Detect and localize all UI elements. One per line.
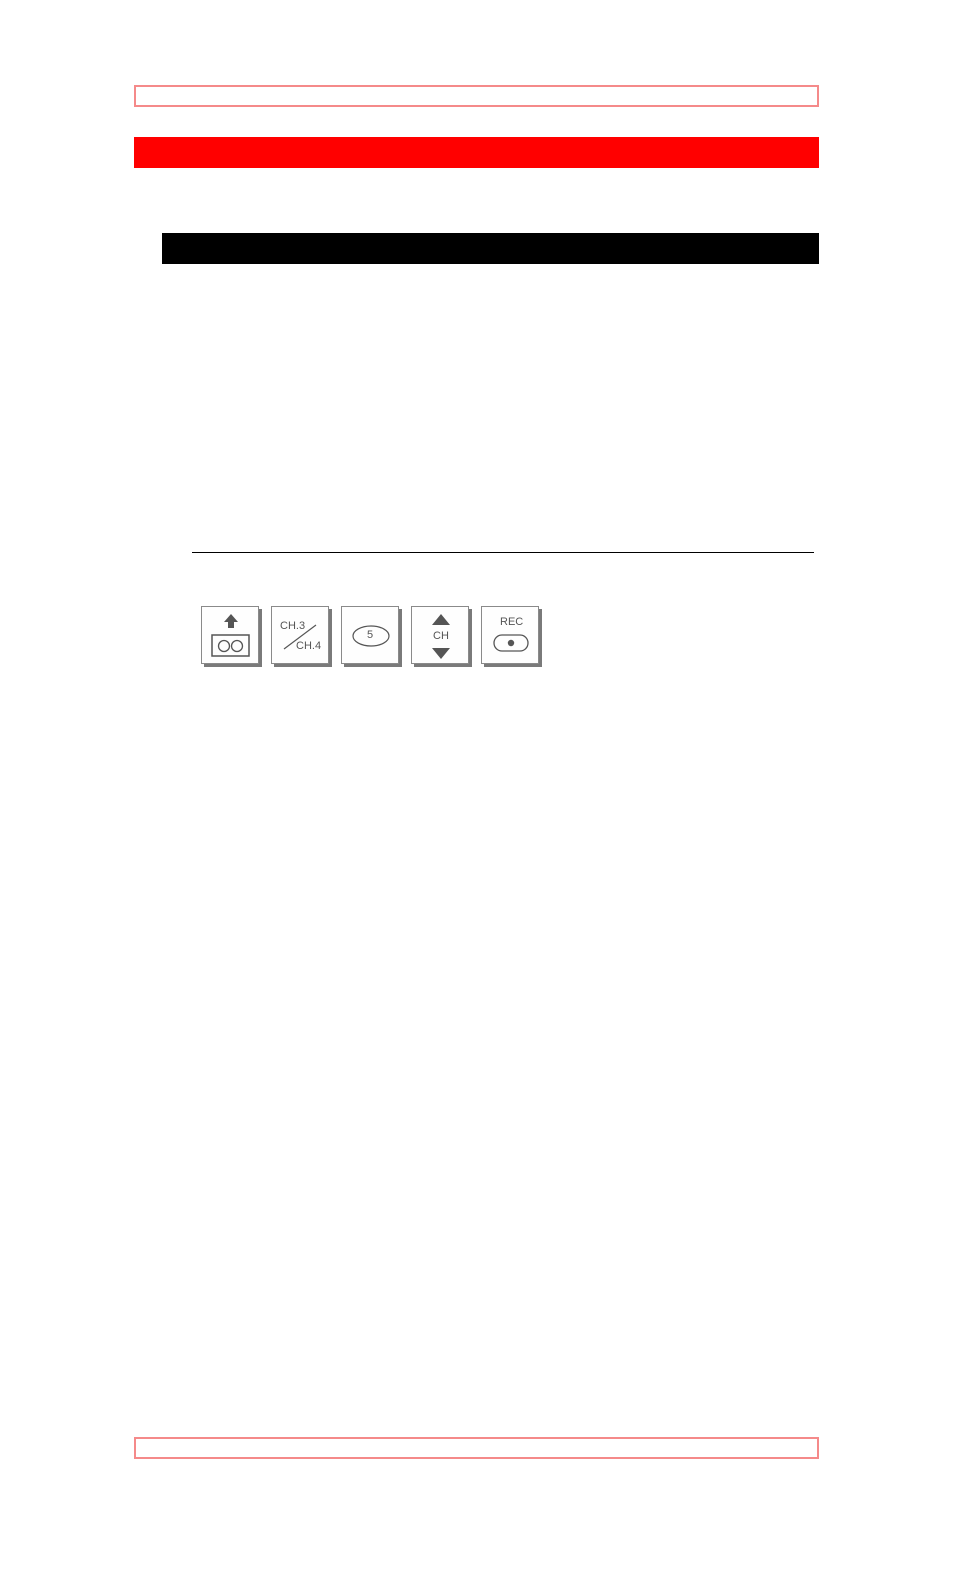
channel-down-icon <box>432 648 450 659</box>
section-header-bar <box>134 137 819 168</box>
subsection-header-bar <box>162 233 819 264</box>
channel-up-down-button[interactable]: CH <box>411 606 469 664</box>
channel-up-icon <box>432 614 450 625</box>
eject-button[interactable] <box>201 606 259 664</box>
number-5-label: 5 <box>367 629 374 641</box>
number-5-button[interactable]: 5 <box>341 606 399 664</box>
record-label: REC <box>500 616 524 628</box>
ch4-label: CH.4 <box>296 640 322 652</box>
bottom-navigation-frame <box>134 1437 819 1459</box>
ch3-ch4-switch-icon <box>283 624 317 650</box>
remote-buttons-row: CH.3 CH.4 5 CH REC <box>201 606 539 664</box>
ch3-ch4-button[interactable]: CH.3 CH.4 <box>271 606 329 664</box>
top-navigation-frame <box>134 85 819 107</box>
ch3-label: CH.3 <box>280 620 306 632</box>
record-button[interactable]: REC <box>481 606 539 664</box>
horizontal-divider <box>192 552 814 553</box>
channel-label: CH <box>433 630 449 642</box>
eject-cassette-icon <box>211 614 250 657</box>
